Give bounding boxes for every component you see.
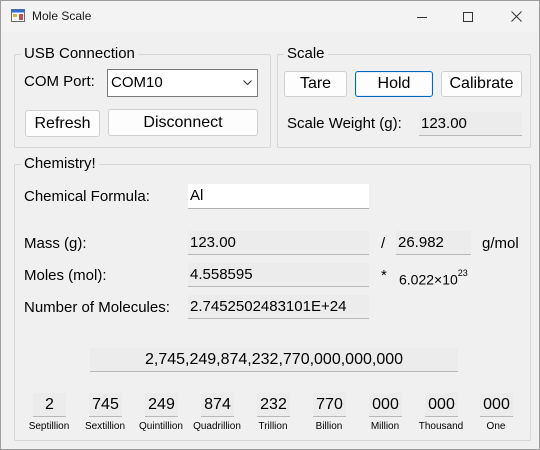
hold-button[interactable]: Hold: [355, 71, 433, 97]
minimize-button[interactable]: [399, 1, 445, 32]
moles-value: 4.558595: [188, 263, 369, 287]
chemical-formula-label: Chemical Formula:: [24, 188, 150, 205]
disconnect-button[interactable]: Disconnect: [108, 109, 258, 136]
maximize-icon: [463, 11, 473, 22]
million-label: Million: [370, 421, 400, 432]
trillion-label: Trillion: [258, 421, 288, 432]
refresh-button[interactable]: Refresh: [25, 110, 100, 137]
billion-label: Billion: [315, 421, 343, 432]
septillion-label: Septillion: [28, 421, 70, 432]
calibrate-button[interactable]: Calibrate: [441, 71, 522, 97]
molar-mass-value: 26.982: [396, 231, 471, 255]
maximize-button[interactable]: [445, 1, 491, 32]
title-bar[interactable]: Mole Scale: [1, 1, 539, 32]
million-digits: 000: [369, 393, 402, 417]
sextillion-digits: 745: [89, 393, 122, 417]
usb-group-title: USB Connection: [21, 45, 138, 63]
septillion-digits: 2: [33, 393, 66, 417]
com-port-value: COM10: [111, 74, 163, 91]
quadrillion-digits: 874: [201, 393, 234, 417]
one-digits: 000: [480, 393, 513, 417]
scale-weight-label: Scale Weight (g):: [287, 115, 402, 132]
avogadro-constant: 6.022×1023: [399, 267, 468, 289]
com-port-label: COM Port:: [24, 73, 95, 90]
thousand-label: Thousand: [418, 421, 464, 432]
one-label: One: [486, 421, 506, 432]
close-icon: [510, 11, 522, 22]
tare-button[interactable]: Tare: [284, 71, 347, 97]
divide-symbol: /: [381, 235, 386, 252]
scale-weight-value: 123.00: [419, 112, 522, 136]
sextillion-label: Sextillion: [84, 421, 126, 432]
close-button[interactable]: [493, 1, 539, 32]
chevron-down-icon: [243, 80, 252, 86]
quintillion-digits: 249: [145, 393, 178, 417]
minimize-icon: [417, 16, 427, 18]
avogadro-base: 6.022×10: [399, 271, 458, 288]
mass-label: Mass (g):: [24, 235, 87, 252]
number-of-molecules-label: Number of Molecules:: [24, 299, 170, 316]
multiply-symbol: *: [381, 267, 387, 284]
trillion-digits: 232: [257, 393, 290, 417]
thousand-digits: 000: [425, 393, 458, 417]
app-window: Mole Scale USB Connection COM Port: COM1…: [0, 0, 540, 450]
molar-mass-unit: g/mol: [482, 235, 519, 252]
full-number-display: 2,745,249,874,232,770,000,000,000: [90, 348, 458, 372]
com-port-select[interactable]: COM10: [107, 69, 258, 97]
quadrillion-label: Quadrillion: [193, 421, 241, 432]
avogadro-exponent: 23: [457, 268, 468, 278]
app-icon: [11, 9, 25, 22]
chemical-formula-input[interactable]: Al: [188, 184, 369, 209]
moles-label: Moles (mol):: [24, 267, 107, 284]
quintillion-label: Quintillion: [139, 421, 183, 432]
billion-digits: 770: [313, 393, 346, 417]
scale-group-title: Scale: [284, 45, 328, 63]
window-title: Mole Scale: [32, 9, 92, 23]
chemistry-group-title: Chemistry!: [21, 155, 99, 173]
number-of-molecules-value: 2.7452502483101E+24: [188, 295, 369, 319]
mass-value: 123.00: [188, 231, 369, 255]
